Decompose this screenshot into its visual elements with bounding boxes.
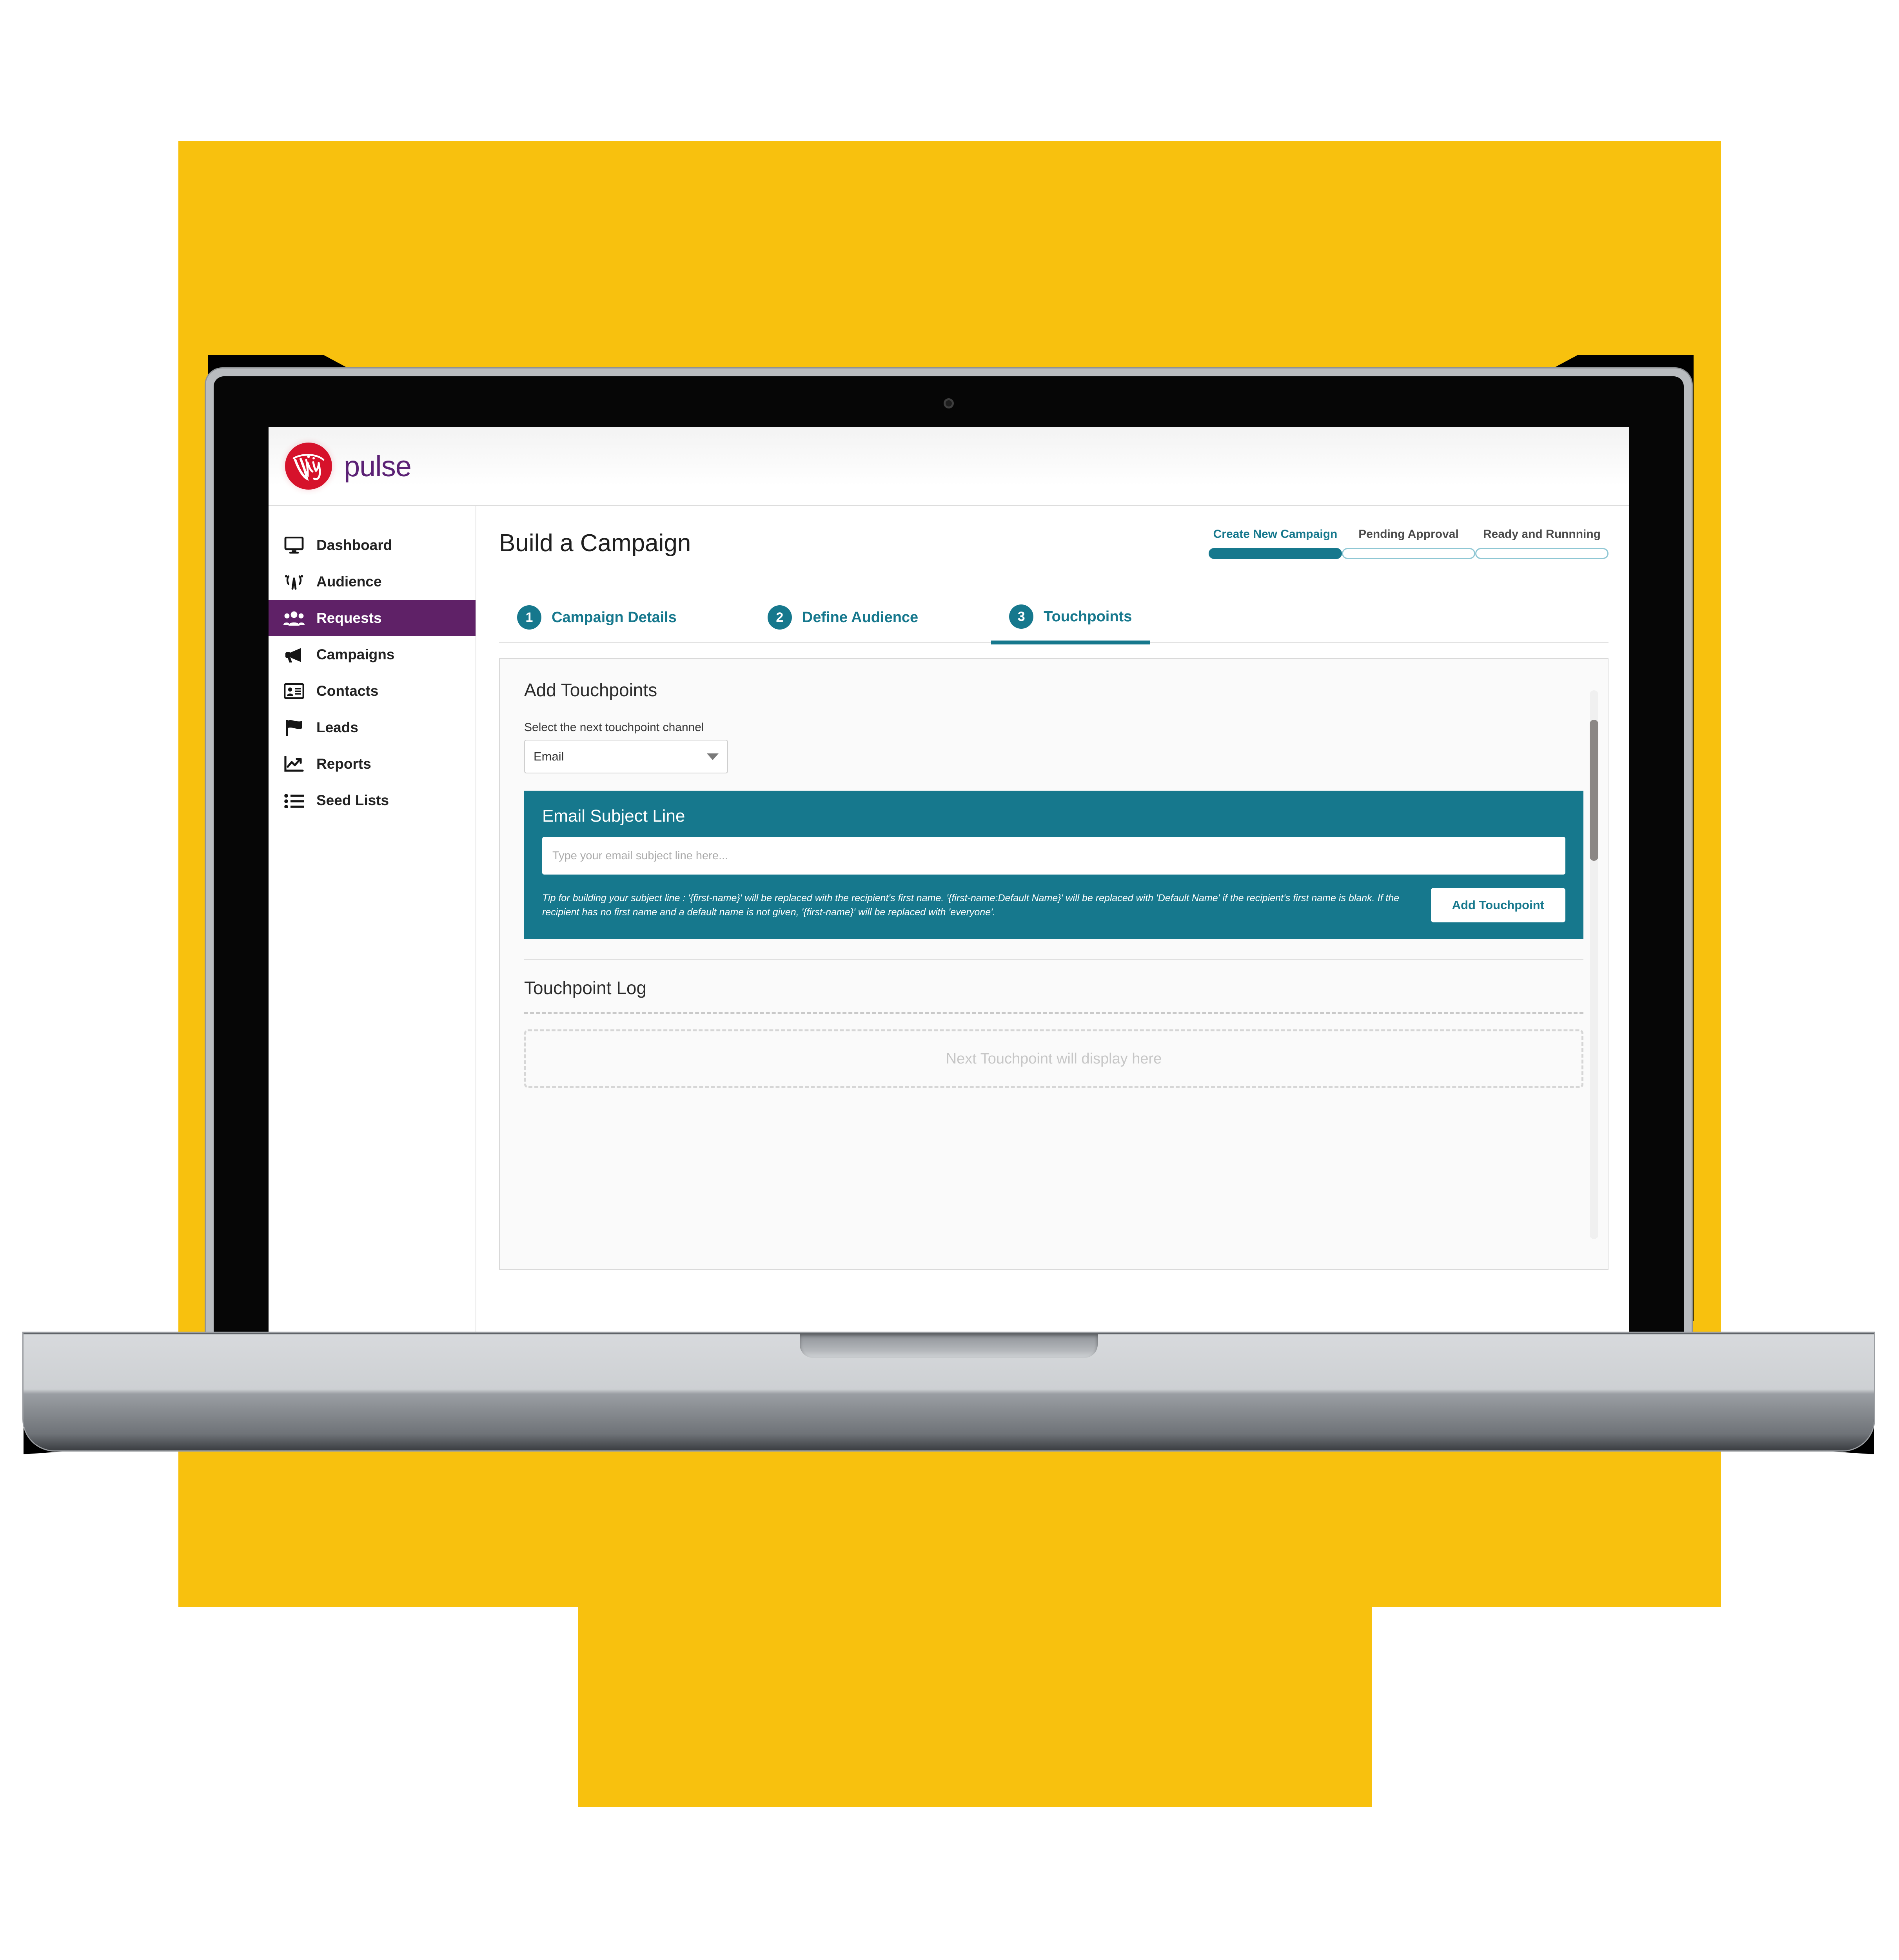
stage-create-new-campaign[interactable]: Create New Campaign (1209, 528, 1342, 559)
stage-pill (1475, 548, 1609, 559)
webcam-icon (944, 398, 954, 408)
yellow-background-notch (570, 1693, 1380, 1807)
step-label: Touchpoints (1044, 608, 1132, 625)
add-touchpoint-button[interactable]: Add Touchpoint (1431, 888, 1565, 922)
step-number: 2 (767, 605, 792, 630)
browser-screen: pulse Dashboard Audience Requests Campai… (269, 427, 1629, 1358)
tab-campaign-details[interactable]: 1 Campaign Details (499, 598, 695, 641)
flag-icon (282, 719, 306, 736)
sidebar-item-label: Leads (316, 719, 358, 735)
id-card-icon (282, 683, 306, 699)
stage-pending-approval[interactable]: Pending Approval (1342, 528, 1475, 559)
add-touchpoints-section: Add Touchpoints Select the next touchpoi… (500, 679, 1608, 939)
laptop-lid: pulse Dashboard Audience Requests Campai… (206, 368, 1692, 1358)
touchpoint-log-empty-text: Next Touchpoint will display here (946, 1050, 1162, 1067)
tip-row: Tip for building your subject line : '{f… (542, 888, 1565, 922)
sidebar-item-requests[interactable]: Requests (269, 600, 476, 636)
channel-select[interactable]: Email (524, 740, 728, 773)
touchpoints-card: Add Touchpoints Select the next touchpoi… (499, 658, 1609, 1270)
brand-wordmark: pulse (344, 450, 412, 483)
log-scrollbar-track[interactable] (1590, 690, 1598, 1239)
virgin-circle-logo-icon (285, 443, 332, 490)
sidebar-item-audience[interactable]: Audience (269, 563, 476, 600)
app-body: Dashboard Audience Requests Campaigns Co… (269, 506, 1629, 1358)
sidebar-item-leads[interactable]: Leads (269, 709, 476, 746)
sidebar-item-contacts[interactable]: Contacts (269, 673, 476, 709)
tab-touchpoints[interactable]: 3 Touchpoints (991, 597, 1150, 644)
list-icon (282, 793, 306, 808)
broadcast-icon (282, 573, 306, 590)
subject-line-tip: Tip for building your subject line : '{f… (542, 892, 1400, 918)
sidebar-item-reports[interactable]: Reports (269, 746, 476, 782)
sidebar-item-label: Seed Lists (316, 792, 389, 808)
campaign-stage-progress: Create New Campaign Pending Approval Rea… (1209, 524, 1609, 559)
main-header-row: Build a Campaign Create New Campaign Pen… (499, 524, 1609, 559)
stage-pill (1209, 548, 1342, 559)
sidebar-item-label: Contacts (316, 682, 379, 699)
sidebar-item-label: Dashboard (316, 537, 392, 553)
add-touchpoints-title: Add Touchpoints (524, 680, 657, 700)
sidebar-item-label: Reports (316, 755, 371, 772)
sidebar-item-label: Audience (316, 573, 382, 590)
email-subject-title: Email Subject Line (542, 806, 685, 826)
step-number: 3 (1009, 604, 1034, 629)
sidebar-item-dashboard[interactable]: Dashboard (269, 527, 476, 563)
stage-label: Pending Approval (1358, 528, 1459, 541)
channel-select-value: Email (534, 750, 564, 763)
sidebar-item-label: Requests (316, 610, 382, 626)
sidebar-item-seed-lists[interactable]: Seed Lists (269, 782, 476, 818)
background-cutout-left (178, 1607, 578, 1811)
touchpoint-log-empty-state: Next Touchpoint will display here (524, 1029, 1583, 1088)
laptop-base (24, 1333, 1874, 1450)
app-header: pulse (269, 427, 1629, 506)
log-scrollbar-thumb[interactable] (1590, 720, 1598, 861)
step-label: Campaign Details (552, 609, 677, 626)
brand-logo[interactable]: pulse (285, 443, 412, 490)
email-subject-input[interactable]: Type your email subject line here... (542, 837, 1565, 875)
email-subject-panel: Email Subject Line Type your email subje… (524, 791, 1583, 939)
laptop-base-notch (800, 1334, 1098, 1358)
wizard-step-tabs: 1 Campaign Details 2 Define Audience 3 T… (499, 597, 1609, 644)
chart-line-icon (282, 755, 306, 772)
dashed-separator (524, 1012, 1583, 1014)
chevron-down-icon (707, 753, 719, 760)
stage-label: Create New Campaign (1213, 528, 1338, 541)
stage-ready-and-running[interactable]: Ready and Runnning (1475, 528, 1609, 559)
step-number: 1 (517, 605, 541, 630)
sidebar-item-label: Campaigns (316, 646, 395, 662)
channel-field-label: Select the next touchpoint channel (524, 721, 704, 734)
sidebar-nav: Dashboard Audience Requests Campaigns Co… (269, 506, 476, 1358)
touchpoint-log-title: Touchpoint Log (524, 978, 647, 998)
tab-define-audience[interactable]: 2 Define Audience (750, 598, 936, 641)
people-icon (282, 610, 306, 626)
touchpoint-log-section: Touchpoint Log Next Touchpoint will disp… (500, 977, 1608, 1088)
laptop-bezel: pulse Dashboard Audience Requests Campai… (214, 376, 1684, 1358)
sidebar-item-campaigns[interactable]: Campaigns (269, 636, 476, 673)
background-cutout-right (1372, 1607, 1725, 1811)
main-content: Build a Campaign Create New Campaign Pen… (476, 506, 1629, 1358)
megaphone-icon (282, 646, 306, 663)
monitor-icon (282, 536, 306, 554)
page-title: Build a Campaign (499, 530, 691, 557)
step-label: Define Audience (802, 609, 919, 626)
stage-label: Ready and Runnning (1483, 528, 1601, 541)
email-subject-placeholder: Type your email subject line here... (552, 849, 728, 862)
log-divider (524, 959, 1583, 960)
stage-pill (1342, 548, 1475, 559)
